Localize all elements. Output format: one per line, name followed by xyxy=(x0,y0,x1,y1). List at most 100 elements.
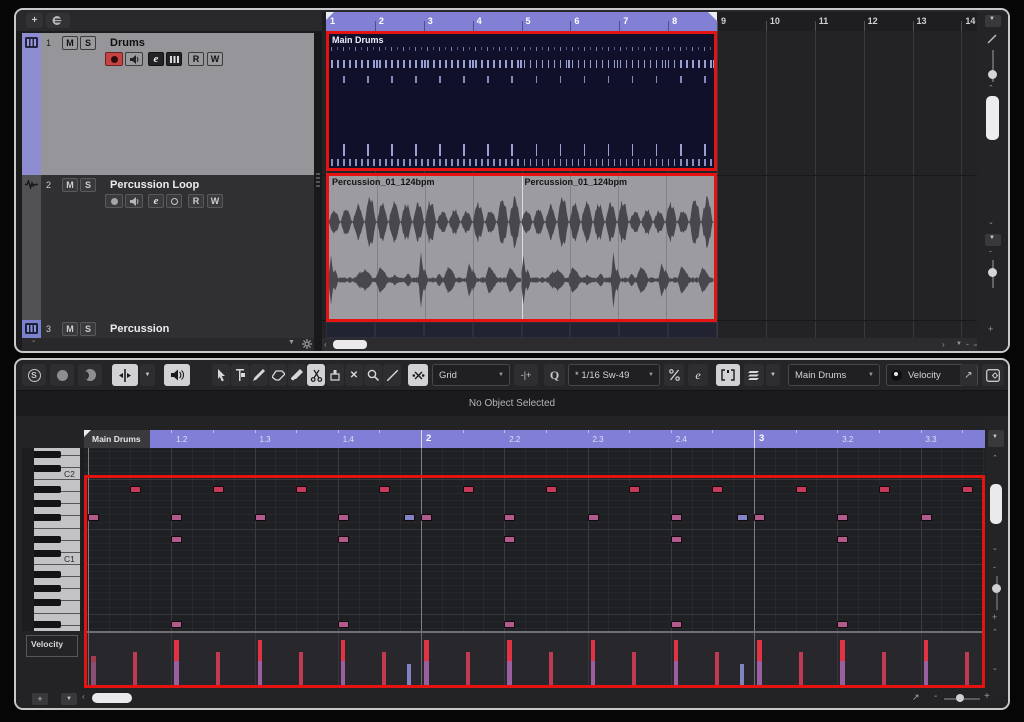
midi-note-snare-fsharp1[interactable] xyxy=(588,514,599,521)
pane-divider[interactable] xyxy=(314,31,322,351)
quantize-q-button[interactable]: Q xyxy=(544,364,565,386)
velocity-stem[interactable] xyxy=(591,661,596,688)
hscroll-thumb[interactable] xyxy=(333,340,367,349)
piano-black-key[interactable] xyxy=(34,621,61,628)
velocity-stem[interactable] xyxy=(341,661,346,688)
piano-black-key[interactable] xyxy=(34,585,61,592)
midi-note-hihat-asharp1[interactable] xyxy=(546,486,557,493)
zoom-out-button[interactable]: - xyxy=(966,339,969,349)
midi-note-hihat-asharp1[interactable] xyxy=(296,486,307,493)
write-automation-button[interactable]: W xyxy=(207,52,223,66)
record-arm-button[interactable] xyxy=(105,194,123,208)
piano-black-key[interactable] xyxy=(34,536,61,543)
editor-record-button[interactable] xyxy=(50,364,74,386)
velocity-stem[interactable] xyxy=(715,652,719,688)
snap-button[interactable] xyxy=(408,364,428,386)
gear-icon[interactable] xyxy=(302,339,312,349)
minimize-handle[interactable]: - xyxy=(32,336,35,347)
piano-black-key[interactable] xyxy=(34,550,61,557)
velocity-stem[interactable] xyxy=(840,661,845,688)
piano-black-key[interactable] xyxy=(34,599,61,606)
midi-note-hihat-asharp1[interactable] xyxy=(962,486,973,493)
vzoom-out[interactable]: - xyxy=(989,246,992,256)
zoom-tool[interactable] xyxy=(364,364,382,386)
vzoom-track[interactable] xyxy=(996,576,998,610)
midi-part-main-drums[interactable]: Main Drums xyxy=(326,31,717,171)
split-tool[interactable] xyxy=(307,364,325,386)
add-controller-lane-button[interactable]: + xyxy=(32,693,48,705)
velocity-stem[interactable] xyxy=(674,661,679,688)
midi-note-ghost[interactable] xyxy=(404,514,415,521)
velocity-stem[interactable] xyxy=(258,661,263,688)
quantize-panel-button[interactable]: e xyxy=(688,364,708,386)
monitor-button[interactable] xyxy=(125,52,143,66)
velocity-stem[interactable] xyxy=(341,640,346,661)
midi-note-perc-dsharp1[interactable] xyxy=(671,536,682,543)
mute-button[interactable]: M xyxy=(62,178,78,192)
track-scale-slider-thumb[interactable] xyxy=(988,70,997,79)
timeline-ruler[interactable]: 1234567891011121314 xyxy=(322,12,977,31)
piano-keyboard[interactable]: C2C1 xyxy=(22,448,84,631)
track-header-percussion-loop[interactable]: 2 M S Percussion Loop e R W xyxy=(22,175,314,320)
midi-note-snare-fsharp1[interactable] xyxy=(338,514,349,521)
solo-button[interactable]: S xyxy=(80,322,96,336)
solo-button[interactable]: S xyxy=(80,36,96,50)
midi-note-snare-fsharp1[interactable] xyxy=(421,514,432,521)
velocity-stem[interactable] xyxy=(424,640,429,661)
hzoom-in[interactable]: + xyxy=(984,691,990,702)
track-preset-button[interactable] xyxy=(46,13,70,28)
grid-mode-dropdown[interactable]: Grid▼ xyxy=(432,364,510,386)
velocity-stem[interactable] xyxy=(740,664,744,688)
velocity-stem[interactable] xyxy=(91,662,96,688)
midi-note-hihat-asharp1[interactable] xyxy=(629,486,640,493)
editor-ruler[interactable]: Main Drums1.21.31.422.22.32.433.23.3 xyxy=(84,430,985,448)
velocity-label-box[interactable]: Velocity xyxy=(26,635,78,657)
midi-note-kick-dsharp0[interactable] xyxy=(504,621,515,628)
glue-tool[interactable] xyxy=(326,364,344,386)
read-automation-button[interactable]: R xyxy=(188,52,204,66)
velocity-stem[interactable] xyxy=(549,652,553,688)
record-arm-button[interactable] xyxy=(105,52,123,66)
part-borders-button[interactable] xyxy=(716,364,740,386)
vscroll-thumb[interactable] xyxy=(986,96,999,140)
midi-note-perc-dsharp1[interactable] xyxy=(837,536,848,543)
midi-note-snare-fsharp1[interactable] xyxy=(504,514,515,521)
part-list-button[interactable] xyxy=(744,364,764,386)
piano-black-key[interactable] xyxy=(34,486,61,493)
write-automation-button[interactable]: W xyxy=(207,194,223,208)
velocity-stem[interactable] xyxy=(674,640,679,661)
erase-tool[interactable] xyxy=(269,364,287,386)
edit-channel-button[interactable]: e xyxy=(148,194,164,208)
velocity-stem[interactable] xyxy=(757,661,762,688)
line-tool[interactable] xyxy=(383,364,401,386)
piano-black-key[interactable] xyxy=(34,500,61,507)
trim-tool[interactable] xyxy=(288,364,306,386)
scroll-left-arrow[interactable]: ‹ xyxy=(82,692,85,701)
object-selection-tool[interactable] xyxy=(212,364,230,386)
active-part-dropdown[interactable]: Main Drums▼ xyxy=(788,364,880,386)
midi-note-hihat-asharp1[interactable] xyxy=(463,486,474,493)
scroll-right-arrow[interactable]: › xyxy=(942,340,945,349)
instrument-editor-button[interactable] xyxy=(166,52,182,66)
quantize-preset-dropdown[interactable]: * 1/16 Sw-49▼ xyxy=(568,364,660,386)
vscroll-down[interactable]: ⌄ xyxy=(992,544,998,552)
open-arrow[interactable]: ↗ xyxy=(912,692,920,703)
velocity-stem[interactable] xyxy=(133,652,137,688)
chevron-down-icon[interactable]: ▼ xyxy=(288,339,295,346)
midi-note-kick-dsharp0[interactable] xyxy=(837,621,848,628)
velocity-stem[interactable] xyxy=(382,652,386,688)
autoscroll-button[interactable] xyxy=(112,364,138,386)
midi-note-kick-dsharp0[interactable] xyxy=(671,621,682,628)
timeline-hscrollbar[interactable]: ‹›▼-+ xyxy=(322,338,977,351)
vel-scroll-down[interactable]: ⌄ xyxy=(992,664,998,672)
velocity-stem[interactable] xyxy=(882,652,886,688)
mute-button[interactable]: M xyxy=(62,322,78,336)
midi-note-perc-dsharp1[interactable] xyxy=(171,536,182,543)
setup-window-button[interactable] xyxy=(982,364,1004,386)
midi-note-hihat-asharp1[interactable] xyxy=(379,486,390,493)
velocity-stem[interactable] xyxy=(174,640,179,661)
piano-black-key[interactable] xyxy=(34,514,61,521)
read-automation-button[interactable]: R xyxy=(188,194,204,208)
velocity-stem[interactable] xyxy=(965,652,969,688)
vzoom-out[interactable]: - xyxy=(993,562,996,572)
